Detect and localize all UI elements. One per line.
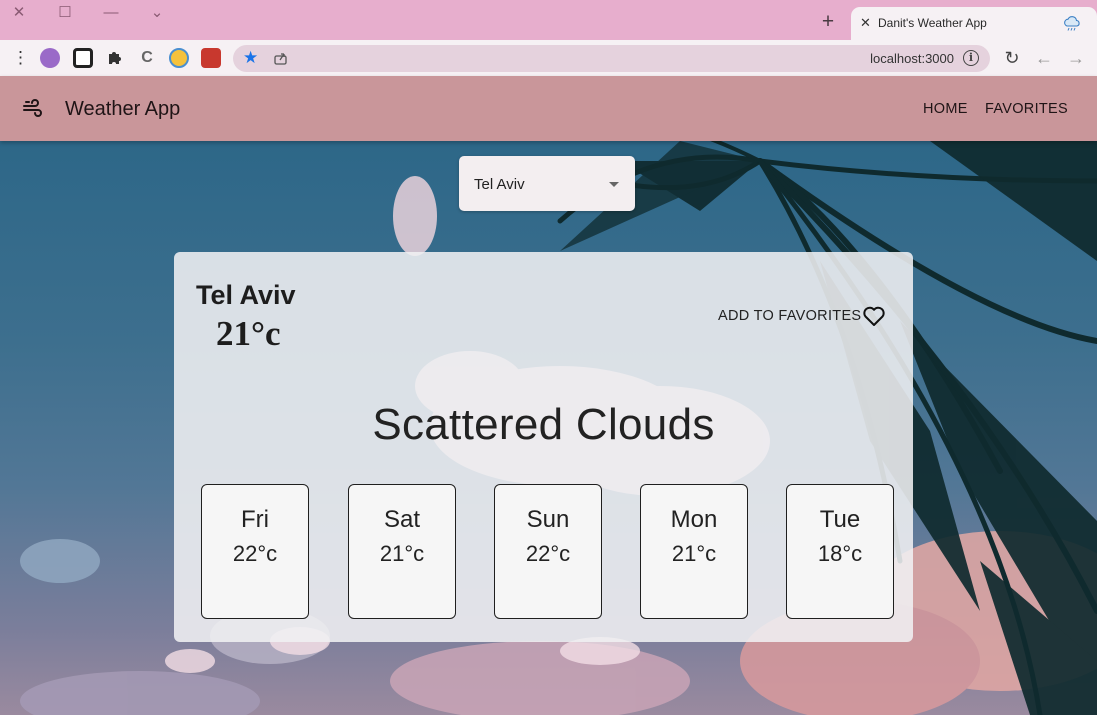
forecast-day-card[interactable]: Mon 21°c [640, 484, 748, 619]
browser-tab[interactable]: ✕ Danit's Weather App [851, 7, 1097, 40]
profile-extension-icon[interactable] [40, 48, 60, 68]
forecast-day-temp: 18°c [817, 541, 863, 566]
color-extension-icon[interactable] [169, 48, 189, 68]
new-tab-button[interactable]: + [816, 11, 840, 35]
forecast-day-card[interactable]: Sun 22°c [494, 484, 602, 619]
forecast-day-temp: 22°c [232, 541, 278, 566]
back-arrow-icon[interactable]: ← [1034, 48, 1054, 68]
current-city-name: Tel Aviv [196, 280, 296, 310]
forecast-day-name: Sun [526, 506, 570, 533]
nav-home-link[interactable]: HOME [923, 101, 968, 117]
css-extension-icon[interactable]: C [137, 48, 157, 68]
url-text[interactable]: localhost:3000 [870, 51, 954, 66]
dropdown-arrow-icon[interactable] [609, 182, 619, 187]
forecast-day-name: Tue [819, 506, 861, 533]
forecast-day-temp: 21°c [671, 541, 717, 566]
wind-icon[interactable] [22, 98, 44, 118]
tab-close-icon[interactable]: ✕ [860, 15, 871, 31]
app-header: Weather App HOME FAVORITES [0, 76, 1097, 141]
heart-icon[interactable] [862, 305, 886, 327]
weather-condition: Scattered Clouds [372, 400, 715, 449]
browser-toolbar: ⋮ C ★ localhost:3000 i ↻ ← → [0, 40, 1097, 76]
close-icon[interactable]: ✕ [7, 2, 31, 24]
minimize-icon[interactable]: — [99, 2, 123, 24]
forecast-day-temp: 21°c [379, 541, 425, 566]
tab-title: Danit's Weather App [878, 16, 987, 30]
browser-menu-icon[interactable]: ⋮ [12, 49, 29, 67]
add-to-favorites-button[interactable]: ADD TO FAVORITES [718, 304, 886, 328]
forecast-day-name: Mon [670, 506, 718, 533]
share-icon[interactable] [273, 50, 289, 66]
chevron-down-icon[interactable]: ⌄ [145, 2, 169, 24]
reader-extension-icon[interactable] [73, 48, 93, 68]
forecast-day-name: Fri [241, 506, 269, 533]
forecast-day-card[interactable]: Fri 22°c [201, 484, 309, 619]
forecast-day-name: Sat [383, 506, 421, 533]
city-select-value: Tel Aviv [474, 176, 525, 193]
browser-tab-strip: ✕ ☐ — ⌄ + ✕ Danit's Weather App [0, 0, 1097, 40]
weather-card: Tel Aviv 21°c ADD TO FAVORITES Scattered… [174, 252, 913, 642]
nav-favorites-link[interactable]: FAVORITES [985, 101, 1068, 117]
maximize-icon[interactable]: ☐ [53, 2, 77, 24]
forecast-day-temp: 22°c [525, 541, 571, 566]
add-to-favorites-label: ADD TO FAVORITES [718, 308, 862, 324]
screenshot-extension-icon[interactable] [201, 48, 221, 68]
site-info-icon[interactable]: i [963, 50, 979, 66]
puzzle-piece-icon[interactable] [105, 48, 125, 68]
forecast-day-card[interactable]: Tue 18°c [786, 484, 894, 619]
app-title: Weather App [65, 98, 181, 120]
forecast-day-card[interactable]: Sat 21°c [348, 484, 456, 619]
city-select[interactable]: Tel Aviv [459, 156, 635, 211]
current-temperature: 21°c [216, 314, 281, 353]
reload-icon[interactable]: ↻ [1002, 48, 1022, 68]
forward-arrow-icon[interactable]: → [1066, 48, 1086, 68]
bookmark-star-icon[interactable]: ★ [243, 48, 258, 68]
cloud-favicon-icon [1064, 16, 1080, 31]
address-bar[interactable]: ★ localhost:3000 i [233, 45, 990, 72]
